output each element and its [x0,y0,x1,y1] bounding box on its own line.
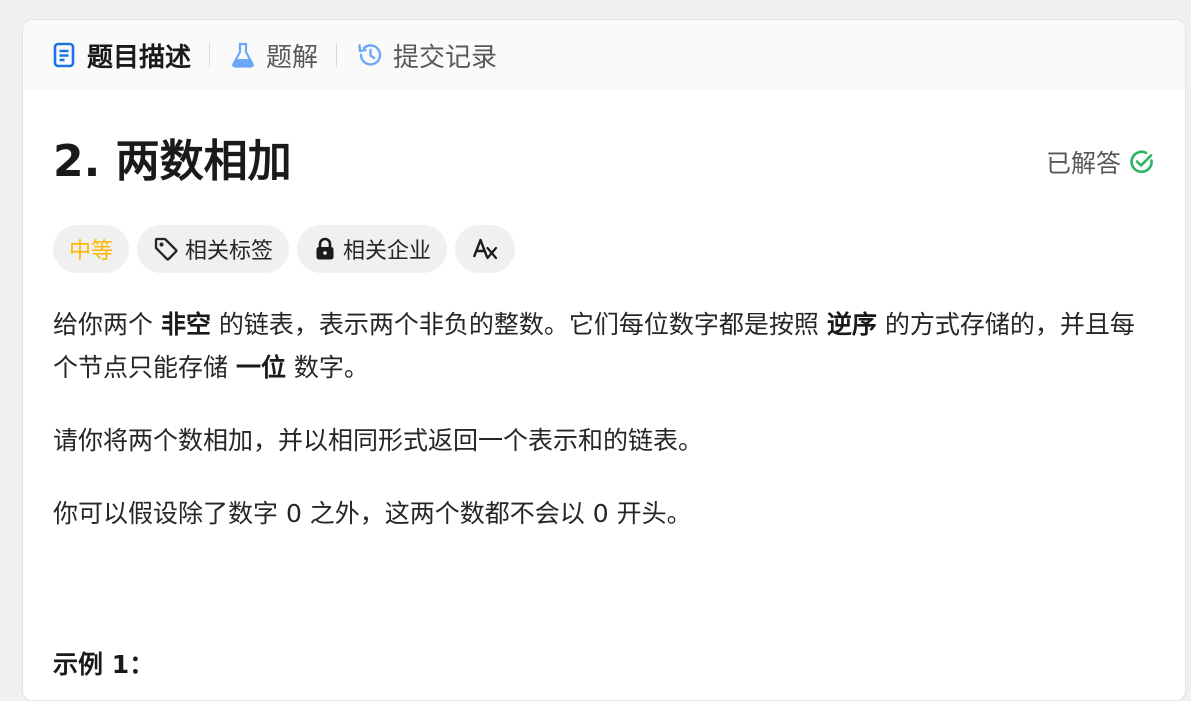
translate-button[interactable] [455,225,516,273]
flask-icon [228,40,258,70]
solved-status: 已解答 [1046,144,1155,180]
tab-divider [336,43,338,67]
description-paragraph: 你可以假设除了数字 0 之外，这两个数都不会以 0 开头。 [53,499,692,528]
tab-submissions-label: 提交记录 [393,42,498,73]
tab-description[interactable]: 题目描述 [49,20,191,90]
solved-status-label: 已解答 [1045,149,1121,178]
difficulty-label: 中等 [69,239,114,264]
tag-icon [153,236,179,262]
problem-content: 2. 两数相加 已解答 中等 相关标签 相关企业 给你两个 非空 的链表，表示两… [23,130,1185,535]
tab-divider [209,43,211,67]
related-topics-label: 相关标签 [185,239,274,264]
tag-row: 中等 相关标签 相关企业 [53,225,1155,273]
tab-solutions-label: 题解 [266,42,319,73]
description-paragraph: 给你两个 非空 的链表，表示两个非负的整数。它们每位数字都是按照 逆序 的方式存… [53,310,1135,382]
difficulty-badge[interactable]: 中等 [53,225,130,273]
tab-bar: 题目描述 题解 提交记录 [23,20,1185,90]
title-row: 2. 两数相加 已解答 [53,130,1155,204]
tab-solutions[interactable]: 题解 [228,20,318,90]
tab-description-label: 题目描述 [87,42,192,73]
description-icon [49,40,79,70]
lock-icon [313,236,337,262]
problem-panel: 题目描述 题解 提交记录 2. 两数相加 已解答 中等 相关标签 相关企业 给你… [22,19,1186,701]
related-companies-label: 相关企业 [343,239,432,264]
problem-description: 给你两个 非空 的链表，表示两个非负的整数。它们每位数字都是按照 逆序 的方式存… [53,303,1155,535]
history-icon [355,40,385,70]
problem-title: 2. 两数相加 [53,136,292,187]
description-paragraph: 请你将两个数相加，并以相同形式返回一个表示和的链表。 [53,426,704,455]
related-topics-button[interactable]: 相关标签 [137,225,290,273]
example-heading: 示例 1： [53,650,155,679]
related-companies-button[interactable]: 相关企业 [297,225,448,273]
tab-submissions[interactable]: 提交记录 [355,20,497,90]
check-circle-icon [1129,149,1155,175]
translate-icon [471,236,499,262]
